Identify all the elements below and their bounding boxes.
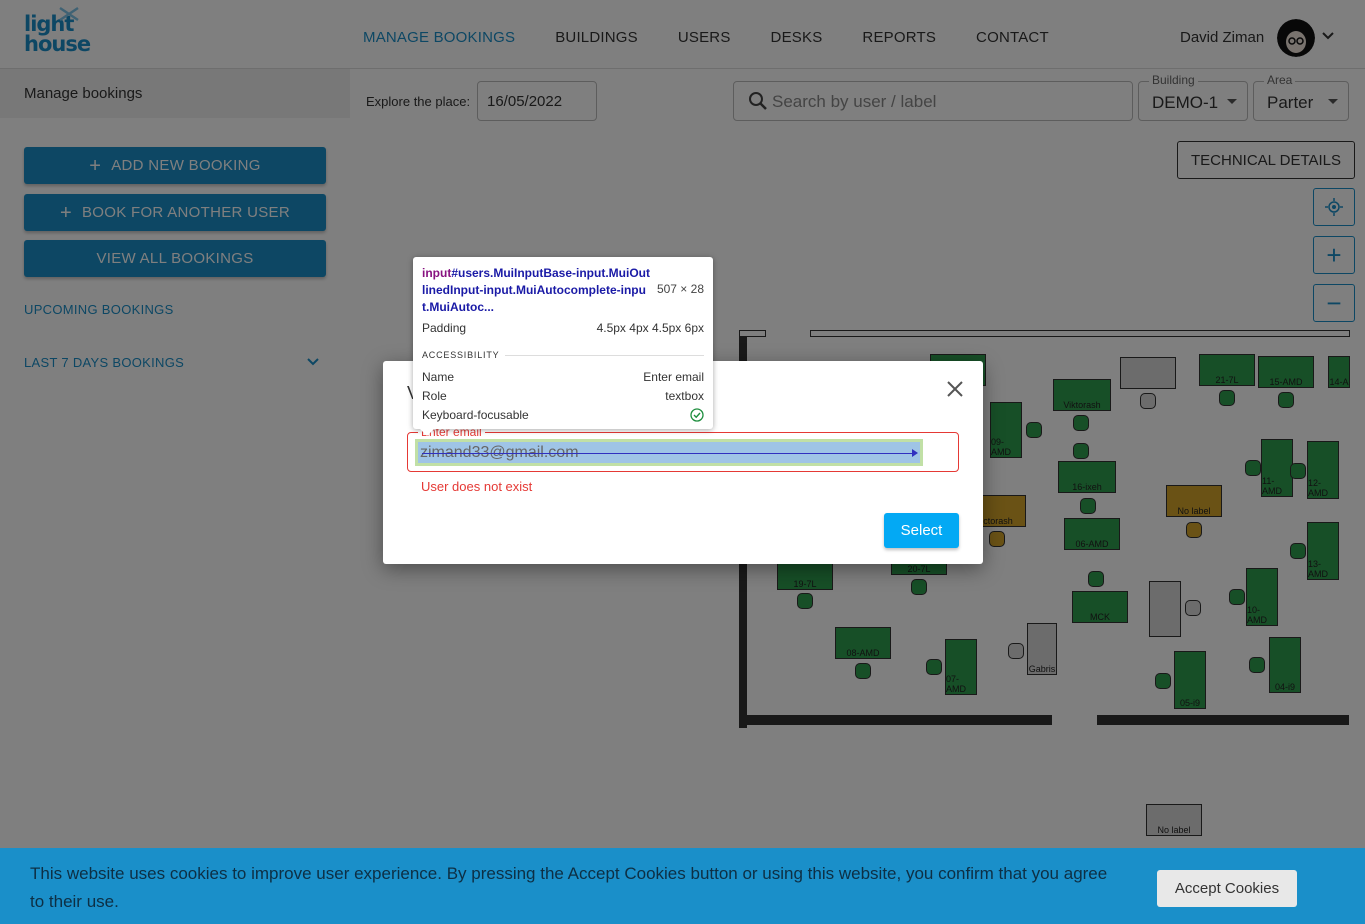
tooltip-arrow [420,429,434,436]
role-row: Role textbox [422,389,704,403]
accept-cookies-button[interactable]: Accept Cookies [1157,870,1297,907]
select-button[interactable]: Select [884,513,959,548]
email-field[interactable]: Enter email [407,425,959,472]
devtools-inspect-tooltip: input#users.MuiInputBase-input.MuiOutlin… [413,257,713,429]
accessibility-section: ACCESSIBILITY [422,350,704,360]
inspector-arrow [422,449,918,457]
element-selector: input#users.MuiInputBase-input.MuiOutlin… [422,266,650,314]
padding-row: Padding 4.5px 4px 4.5px 6px [422,321,704,335]
error-message: User does not exist [421,479,533,494]
cookie-banner: This website uses cookies to improve use… [0,848,1365,924]
close-icon[interactable] [945,379,965,399]
name-row: Name Enter email [422,370,704,384]
check-circle-icon [690,408,704,422]
cookie-text: This website uses cookies to improve use… [30,864,1108,911]
element-dimensions: 507 × 28 [656,282,704,296]
keyboard-focusable-row: Keyboard-focusable [422,408,704,422]
